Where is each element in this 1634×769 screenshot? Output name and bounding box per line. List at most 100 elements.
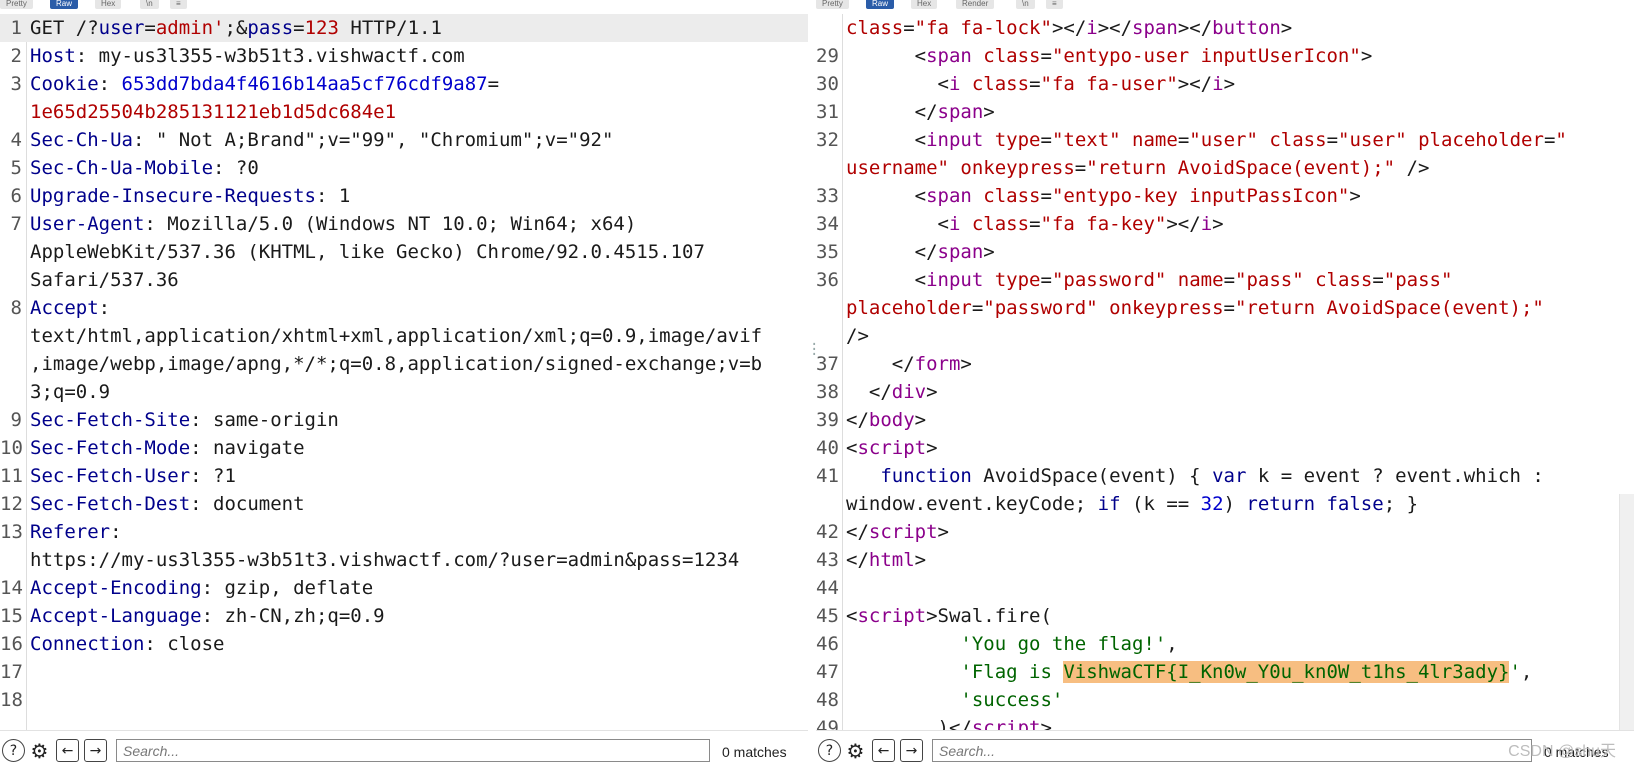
- line-number: 14: [0, 577, 23, 599]
- request-editor[interactable]: 1 GET /?user=admin';&pass=123 HTTP/1.1 2 Ho…: [0, 14, 808, 731]
- code-text: 'You go the flag!',: [960, 633, 1178, 655]
- line-number: 47: [816, 661, 839, 683]
- arrow-right-icon[interactable]: →: [900, 739, 923, 762]
- tab-pretty[interactable]: Pretty: [0, 0, 33, 9]
- code-text: <input type="password" name="pass" class…: [846, 269, 1453, 291]
- tab-pretty[interactable]: Pretty: [816, 0, 849, 9]
- code-text: Accept:: [30, 297, 111, 319]
- code-text: />: [846, 325, 869, 347]
- code-text: class="fa fa-lock"></i></span></button>: [846, 17, 1293, 39]
- request-pane: Pretty Raw Hex \n ≡ 1 GET /?user=admin';&…: [0, 0, 808, 769]
- line-number: 29: [816, 45, 839, 67]
- line-number: 7: [10, 213, 22, 235]
- code-text: Sec-Fetch-Site: same-origin: [30, 409, 339, 431]
- line-number: 12: [0, 493, 23, 515]
- line-number: 6: [10, 185, 22, 207]
- tab-menu[interactable]: ≡: [170, 0, 187, 9]
- code-line: 9 Sec-Fetch-Site: same-origin: [0, 406, 808, 434]
- code-line: 11 Sec-Fetch-User: ?1: [0, 462, 808, 490]
- code-line: window.event.keyCode; if (k == 32) retur…: [816, 490, 1634, 518]
- code-line: 47 'Flag is VishwaCTF{I_Kn0w_Y0u_kn0W_t1…: [816, 658, 1634, 686]
- line-number: 38: [816, 381, 839, 403]
- code-line: 48 'success': [816, 686, 1634, 714]
- line-number: 32: [816, 129, 839, 151]
- code-line: 39 </body>: [816, 406, 1634, 434]
- code-line: 14 Accept-Encoding: gzip, deflate: [0, 574, 808, 602]
- code-text: Sec-Fetch-Mode: navigate: [30, 437, 305, 459]
- line-number: 43: [816, 549, 839, 571]
- gear-icon[interactable]: ⚙: [844, 739, 867, 763]
- line-number: 48: [816, 689, 839, 711]
- line-number: 1: [10, 17, 22, 39]
- code-text: <script>: [846, 437, 938, 459]
- help-icon[interactable]: ?: [2, 739, 25, 762]
- code-text: function AvoidSpace(event) { var k = eve…: [880, 465, 1544, 487]
- code-text: 3;q=0.9: [30, 381, 111, 403]
- code-line: https://my-us3l355-w3b51t3.vishwactf.com…: [0, 546, 808, 574]
- code-line: 2 Host: my-us3l355-w3b51t3.vishwactf.com: [0, 42, 808, 70]
- gear-icon[interactable]: ⚙: [28, 739, 51, 763]
- code-line: />: [816, 322, 1634, 350]
- line-number: 40: [816, 437, 839, 459]
- code-line: class="fa fa-lock"></i></span></button>: [816, 14, 1634, 42]
- code-line: 29 <span class="entypo-user inputUserIco…: [816, 42, 1634, 70]
- code-text: User-Agent: Mozilla/5.0 (Windows NT 10.0…: [30, 213, 637, 235]
- arrow-left-icon[interactable]: ←: [56, 739, 79, 762]
- line-number: 10: [0, 437, 23, 459]
- match-count: 0 matches: [722, 744, 787, 760]
- code-text: <script>Swal.fire(: [846, 605, 1052, 627]
- code-line: 1e65d25504b285131121eb1d5dc684e1: [0, 98, 808, 126]
- line-number: 46: [816, 633, 839, 655]
- code-text: Accept-Language: zh-CN,zh;q=0.9: [30, 605, 385, 627]
- tab-newline-toggle[interactable]: \n: [1016, 0, 1035, 9]
- code-line: 38 </div>: [816, 378, 1634, 406]
- line-number: 8: [10, 297, 22, 319]
- code-text: ,image/webp,image/apng,*/*;q=0.8,applica…: [30, 353, 763, 375]
- code-text: <input type="text" name="user" class="us…: [846, 129, 1567, 151]
- code-text: Cookie: 653dd7bda4f4616b14aa5cf76cdf9a87…: [30, 73, 500, 95]
- search-input[interactable]: [932, 739, 1532, 762]
- arrow-left-icon[interactable]: ←: [872, 739, 895, 762]
- code-text: <i class="fa fa-user"></i>: [846, 73, 1236, 95]
- tab-newline-toggle[interactable]: \n: [140, 0, 159, 9]
- tab-menu[interactable]: ≡: [1046, 0, 1063, 9]
- code-text: placeholder="password" onkeypress="retur…: [846, 297, 1544, 319]
- response-editor[interactable]: class="fa fa-lock"></i></span></button> 2…: [816, 14, 1634, 739]
- code-line: 43 </html>: [816, 546, 1634, 574]
- code-line: 18: [0, 686, 808, 714]
- vertical-scrollbar[interactable]: [1619, 494, 1634, 742]
- code-line: 12 Sec-Fetch-Dest: document: [0, 490, 808, 518]
- response-view-tabs: Pretty Raw Hex Render \n ≡: [816, 0, 1634, 10]
- code-text: GET /?user=admin';&pass=123 HTTP/1.1: [30, 17, 442, 39]
- line-number: 37: [816, 353, 839, 375]
- code-text: </form>: [846, 353, 972, 375]
- code-text: Accept-Encoding: gzip, deflate: [30, 577, 374, 599]
- line-number: 36: [816, 269, 839, 291]
- help-icon[interactable]: ?: [818, 739, 841, 762]
- tab-raw[interactable]: Raw: [50, 0, 79, 9]
- code-line: 42 </script>: [816, 518, 1634, 546]
- line-number: 9: [10, 409, 22, 431]
- search-input[interactable]: [116, 739, 710, 762]
- code-line: 10 Sec-Fetch-Mode: navigate: [0, 434, 808, 462]
- tab-raw[interactable]: Raw: [866, 0, 895, 9]
- code-text: <span class="entypo-user inputUserIcon">: [846, 45, 1373, 67]
- code-text: </html>: [846, 549, 927, 571]
- line-number: 11: [0, 465, 23, 487]
- line-number: 13: [0, 521, 23, 543]
- code-line: 15 Accept-Language: zh-CN,zh;q=0.9: [0, 602, 808, 630]
- code-line: 35 </span>: [816, 238, 1634, 266]
- code-text: Safari/537.36: [30, 269, 179, 291]
- arrow-right-icon[interactable]: →: [84, 739, 107, 762]
- code-line: Safari/537.36: [0, 266, 808, 294]
- tab-hex[interactable]: Hex: [911, 0, 938, 9]
- pane-splitter[interactable]: · · ·: [808, 0, 818, 742]
- code-line: 37 </form>: [816, 350, 1634, 378]
- line-number: 4: [10, 129, 22, 151]
- line-number: 33: [816, 185, 839, 207]
- code-text: Referer:: [30, 521, 122, 543]
- tab-hex[interactable]: Hex: [95, 0, 122, 9]
- tab-render[interactable]: Render: [956, 0, 995, 9]
- line-number: 44: [816, 577, 839, 599]
- code-line: 32 <input type="text" name="user" class=…: [816, 126, 1634, 154]
